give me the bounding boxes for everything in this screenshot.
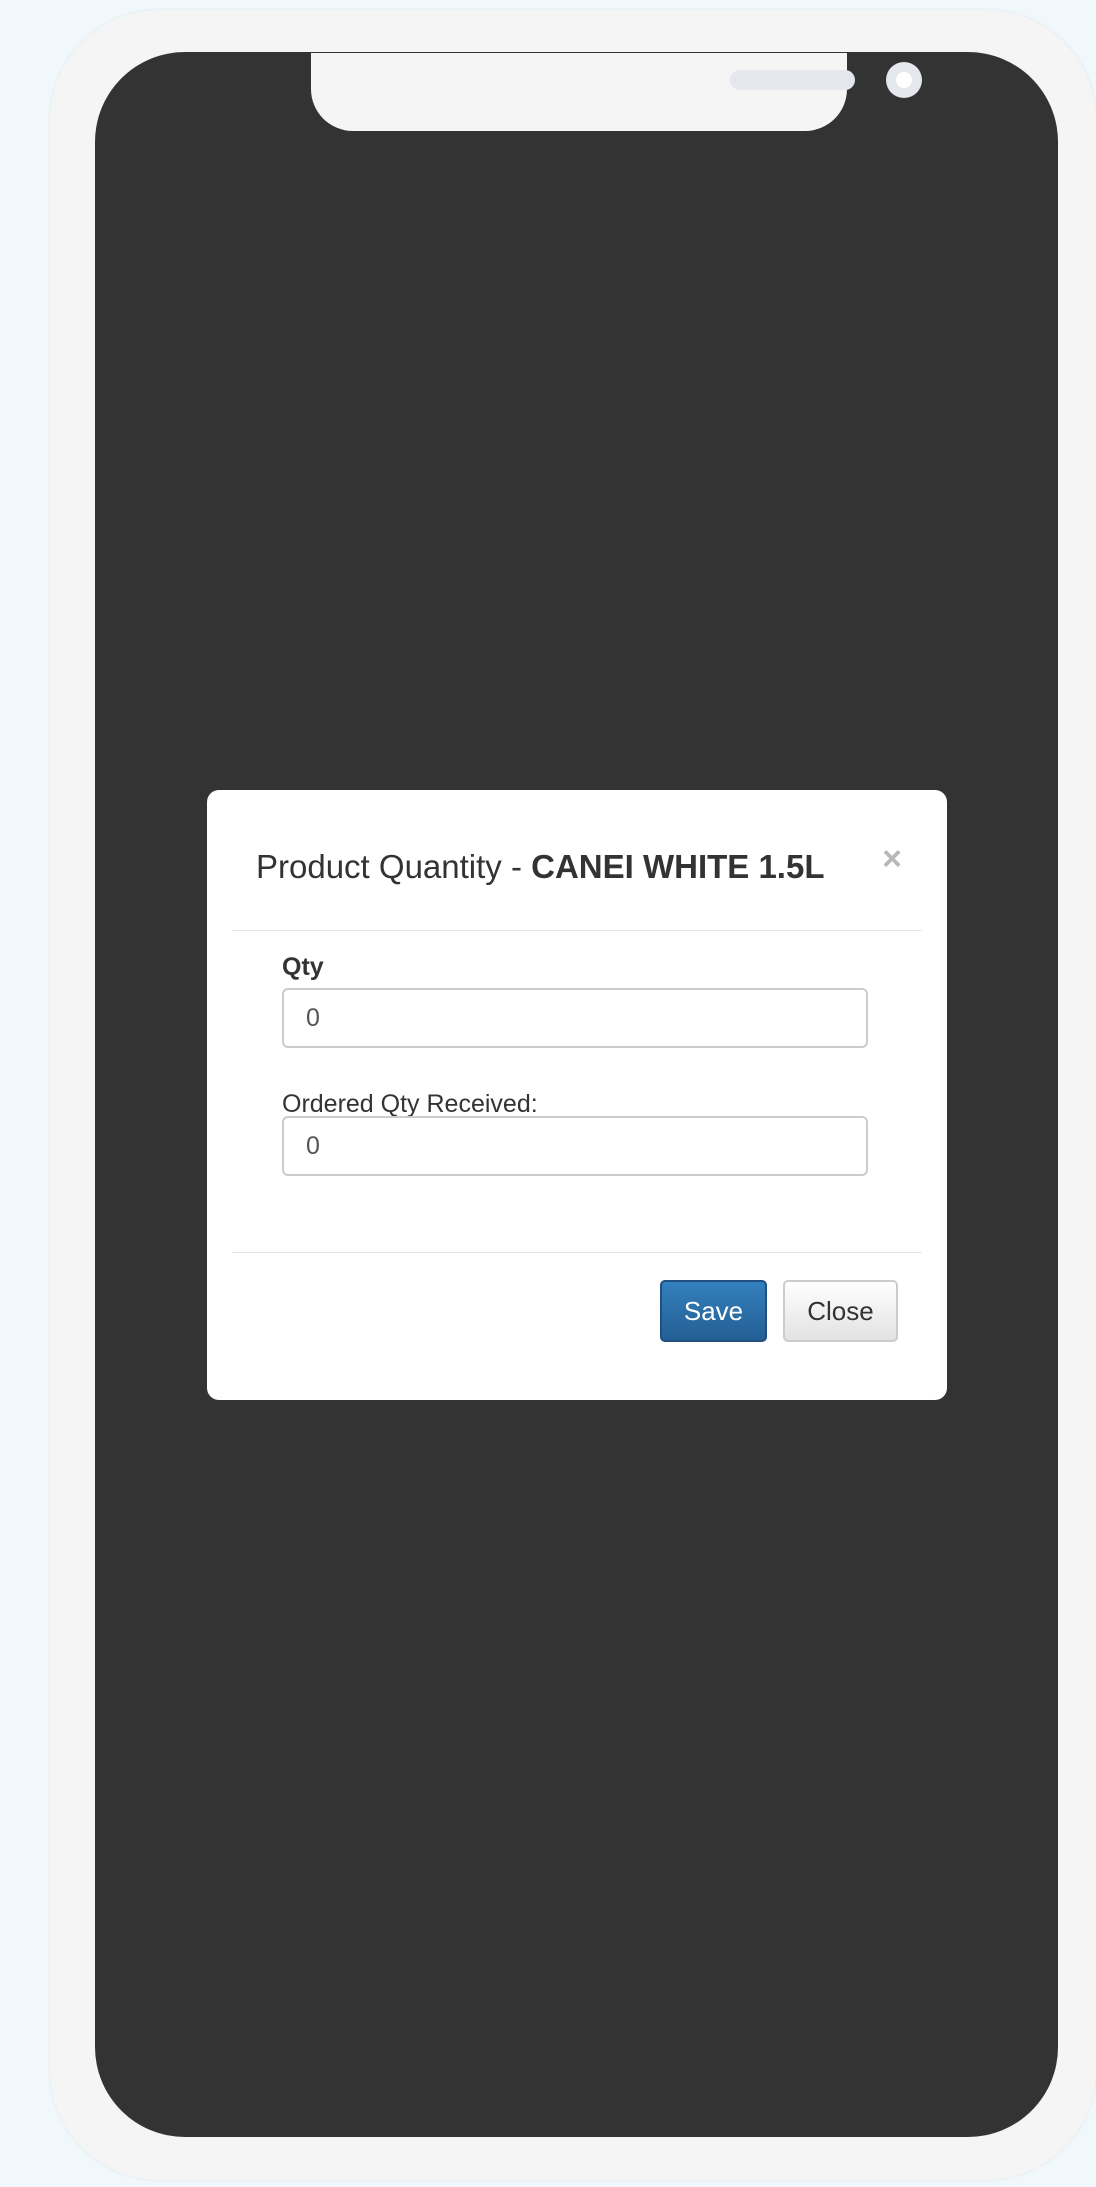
ordered-qty-label: Ordered Qty Received: [282,1090,538,1118]
ordered-qty-input[interactable]: 0 [282,1116,868,1176]
speaker-grille [730,70,855,90]
modal-title-product: CANEI WHITE 1.5L [531,848,825,885]
close-button[interactable]: Close [783,1280,898,1342]
modal-header: Product Quantity - CANEI WHITE 1.5L × [232,790,922,931]
device-notch [311,52,922,131]
camera-icon [886,62,922,98]
qty-input[interactable]: 0 [282,988,868,1048]
save-button[interactable]: Save [660,1280,767,1342]
device-screen: Product Quantity - CANEI WHITE 1.5L × Qt… [95,52,1058,2137]
modal-footer [232,1252,922,1253]
modal-title: Product Quantity - CANEI WHITE 1.5L [256,848,824,886]
modal-title-prefix: Product Quantity - [256,848,532,885]
qty-label: Qty [282,953,324,981]
product-quantity-modal: Product Quantity - CANEI WHITE 1.5L × Qt… [207,790,947,1400]
close-icon[interactable]: × [882,840,902,879]
